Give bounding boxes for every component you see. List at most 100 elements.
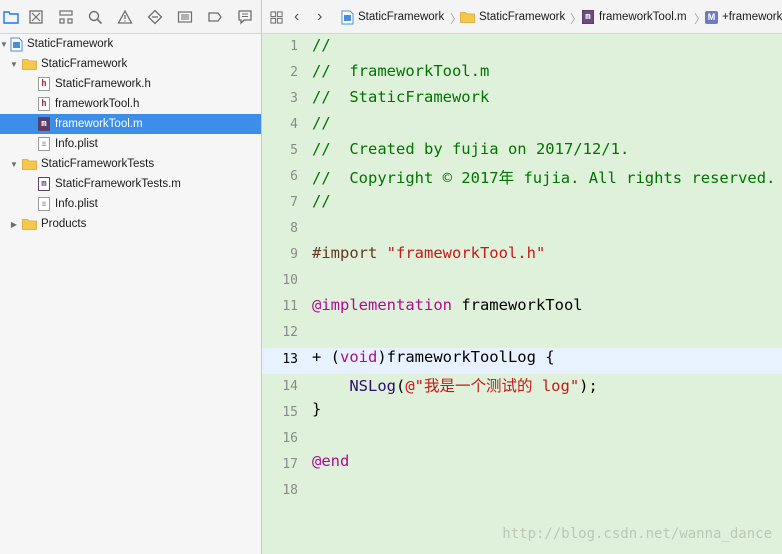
jumpbar-folder[interactable]: StaticFramework xyxy=(460,0,565,34)
chevron-right-icon: 〉 xyxy=(570,12,583,26)
string-token: "frameworkTool.h" xyxy=(377,244,546,262)
line-number: 10 xyxy=(282,273,298,288)
source-editor[interactable]: 1 2 3 4 5 6 7 8 9 10 11 12 13 14 15 16 1… xyxy=(262,34,782,554)
method-icon: M xyxy=(705,10,718,24)
tree-item-folder[interactable]: ▼ StaticFrameworkTests xyxy=(0,154,261,174)
tree-item-label: StaticFramework.h xyxy=(55,78,151,90)
tree-item-file[interactable]: h frameworkTool.h xyxy=(0,94,261,114)
code-line: @implementation frameworkTool xyxy=(312,296,583,314)
jump-bar: ‹ › StaticFramework 〉 StaticFramework 〉 … xyxy=(262,0,782,34)
report-icon[interactable] xyxy=(236,8,254,26)
implementation-file-icon: m xyxy=(38,117,50,131)
tree-item-file[interactable]: ≡ Info.plist xyxy=(0,134,261,154)
string-token: @"我是一个测试的 log" xyxy=(405,377,580,395)
tree-item-folder[interactable]: ▶ Products xyxy=(0,214,261,234)
header-file-icon: h xyxy=(38,77,50,91)
back-arrow-icon[interactable]: ‹ xyxy=(294,0,299,34)
tree-item-file[interactable]: ≡ Info.plist xyxy=(0,194,261,214)
code-line: // frameworkTool.m xyxy=(312,62,490,80)
folder-icon xyxy=(22,218,37,230)
jumpbar-file[interactable]: m frameworkTool.m xyxy=(582,0,687,34)
debug-icon[interactable] xyxy=(176,8,194,26)
code-line: } xyxy=(312,400,322,418)
tree-item-file-selected[interactable]: m frameworkTool.m xyxy=(0,114,261,134)
tree-item-label: StaticFrameworkTests.m xyxy=(55,178,181,190)
tree-item-label: frameworkTool.h xyxy=(55,98,140,110)
forward-arrow-icon[interactable]: › xyxy=(317,0,322,34)
code-line: #import "frameworkTool.h" xyxy=(312,244,545,262)
line-number: 9 xyxy=(290,247,298,262)
header-file-icon: h xyxy=(38,97,50,111)
navigator-toolbar xyxy=(0,0,262,34)
tree-item-file[interactable]: m StaticFrameworkTests.m xyxy=(0,174,261,194)
code-line: NSLog(@"我是一个测试的 log"); xyxy=(312,374,598,396)
jumpbar-label: frameworkTool.m xyxy=(599,11,687,23)
plist-file-icon: ≡ xyxy=(38,197,50,211)
hierarchy-icon[interactable] xyxy=(57,8,75,26)
tree-item-label: Products xyxy=(41,218,87,230)
source-control-icon[interactable] xyxy=(27,8,45,26)
line-number: 16 xyxy=(282,431,298,446)
line-number: 2 xyxy=(290,65,298,80)
line-number: 18 xyxy=(282,483,298,498)
code-line: // xyxy=(312,192,331,210)
tree-item-project[interactable]: ▼ StaticFramework xyxy=(0,34,261,54)
folder-icon xyxy=(460,11,475,23)
plain-token: ); xyxy=(579,377,598,395)
tree-item-label: Info.plist xyxy=(55,198,98,210)
jumpbar-label: StaticFramework xyxy=(358,11,445,23)
watermark: http://blog.csdn.net/wanna_dance xyxy=(502,526,772,542)
xcode-project-icon xyxy=(10,37,23,52)
tree-item-label: StaticFramework xyxy=(27,38,114,50)
plain-token: )frameworkToolLog { xyxy=(377,348,555,366)
plain-token: ( xyxy=(396,377,406,395)
tree-item-file[interactable]: h StaticFramework.h xyxy=(0,74,261,94)
xcode-project-icon xyxy=(341,10,354,25)
jumpbar-project[interactable]: StaticFramework xyxy=(341,0,444,34)
code-line: @end xyxy=(312,452,350,470)
code-line: // Created by fujia on 2017/12/1. xyxy=(312,140,630,158)
keyword-token: void xyxy=(340,348,378,366)
identifier-token: frameworkTool xyxy=(451,296,583,314)
breakpoint-icon[interactable] xyxy=(206,8,224,26)
tree-item-label: frameworkTool.m xyxy=(55,118,143,130)
line-number-current: 13 xyxy=(282,352,298,367)
line-number: 6 xyxy=(290,169,298,184)
code-line-current: + (void)frameworkToolLog { xyxy=(312,348,555,366)
implementation-file-icon: m xyxy=(38,177,50,191)
line-number: 8 xyxy=(290,221,298,236)
tree-item-label: StaticFrameworkTests xyxy=(41,158,155,170)
warning-icon[interactable] xyxy=(116,8,134,26)
line-number: 3 xyxy=(290,91,298,106)
tree-item-folder[interactable]: ▼ StaticFramework xyxy=(0,54,261,74)
project-navigator-icon[interactable] xyxy=(2,8,20,26)
code-line: // StaticFramework xyxy=(312,88,490,106)
line-number: 7 xyxy=(290,195,298,210)
line-number: 5 xyxy=(290,143,298,158)
plain-token: + ( xyxy=(312,348,340,366)
test-icon[interactable] xyxy=(146,8,164,26)
project-navigator: ▼ StaticFramework ▼ StaticFramework h St… xyxy=(0,34,262,554)
disclosure-triangle-expanded-icon[interactable]: ▼ xyxy=(0,40,8,49)
line-number: 15 xyxy=(282,405,298,420)
tree-item-label: Info.plist xyxy=(55,138,98,150)
preprocessor-token: #import xyxy=(312,244,378,262)
related-items-icon[interactable] xyxy=(270,0,283,34)
function-token: NSLog xyxy=(349,377,396,395)
jumpbar-label: +frameworkT xyxy=(722,11,782,23)
folder-icon xyxy=(22,158,37,170)
folder-icon xyxy=(22,58,37,70)
line-number: 11 xyxy=(282,299,298,314)
line-number: 12 xyxy=(282,325,298,340)
line-number: 14 xyxy=(282,379,298,394)
search-icon[interactable] xyxy=(86,8,104,26)
disclosure-triangle-expanded-icon[interactable]: ▼ xyxy=(10,60,18,69)
disclosure-triangle-expanded-icon[interactable]: ▼ xyxy=(10,160,18,169)
disclosure-triangle-collapsed-icon[interactable]: ▶ xyxy=(10,220,18,229)
jumpbar-label: StaticFramework xyxy=(479,11,566,23)
implementation-file-icon: m xyxy=(582,10,594,24)
plist-file-icon: ≡ xyxy=(38,137,50,151)
jumpbar-method[interactable]: M +frameworkT xyxy=(705,0,782,34)
keyword-token: @implementation xyxy=(312,296,452,314)
